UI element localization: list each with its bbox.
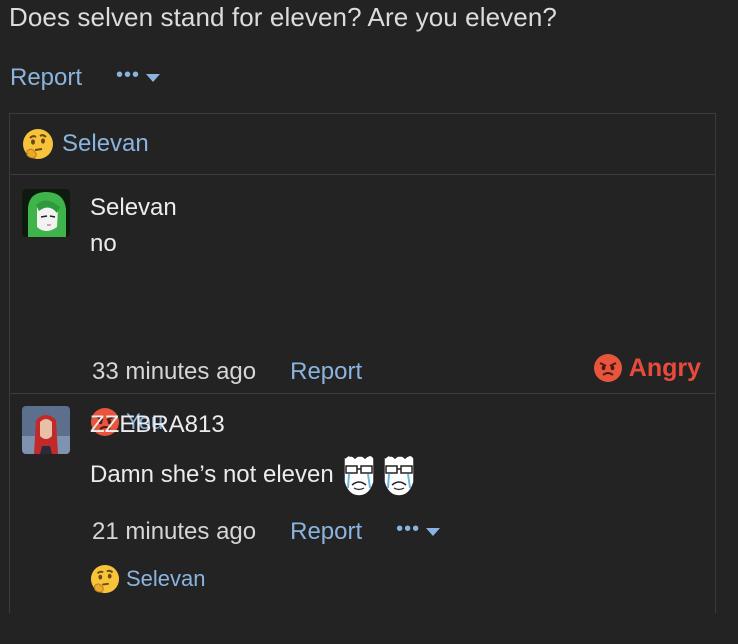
reaction-user-link[interactable]: Selevan — [62, 130, 149, 158]
reacted-by-row: Selevan — [90, 564, 206, 594]
comment-text: no — [90, 230, 117, 258]
chevron-down-icon — [426, 528, 441, 536]
report-link[interactable]: Report — [290, 358, 362, 386]
comment-author[interactable]: ZZEBRA813 — [90, 411, 225, 439]
comment-timestamp: 33 minutes ago — [92, 358, 257, 385]
comment-item: Selevan no 33 minutes ago Report Angry Y… — [10, 175, 715, 436]
comment-text-content: no — [90, 230, 117, 257]
comment-item: ZZEBRA813 Damn she’s not eleven 21 minut… — [10, 394, 715, 644]
reaction-header: Selevan — [10, 114, 715, 175]
crying-rage-face-sticker-icon — [382, 452, 415, 497]
thinking-face-icon — [23, 129, 53, 159]
comment-text-content: Damn she’s not eleven — [90, 461, 334, 488]
comment-meta: 21 minutes ago Report ••• — [92, 515, 441, 549]
comment-text: Damn she’s not eleven — [90, 452, 418, 498]
comment-author[interactable]: Selevan — [90, 194, 177, 222]
more-dots-icon: ••• — [116, 64, 141, 86]
comments-panel: Selevan Selevan no 33 minutes ago Report — [9, 113, 716, 613]
reacted-by-user[interactable]: Selevan — [126, 566, 206, 592]
more-dots-icon: ••• — [396, 518, 421, 540]
angry-reaction-button[interactable]: Angry — [593, 353, 701, 383]
question-actions: Report ••• — [10, 62, 161, 94]
avatar[interactable] — [22, 406, 70, 454]
chevron-down-icon — [146, 74, 161, 82]
comment-meta: 33 minutes ago Report — [92, 355, 362, 389]
green-hair-anime-avatar-icon — [22, 189, 70, 237]
question-text: Does selven stand for eleven? Are you el… — [9, 2, 557, 32]
red-hair-avatar-icon — [22, 406, 70, 454]
angry-reaction-label: Angry — [628, 353, 701, 382]
more-menu-button[interactable]: ••• — [116, 64, 161, 88]
report-link[interactable]: Report — [290, 518, 362, 546]
comment-timestamp: 21 minutes ago — [92, 518, 257, 545]
report-link[interactable]: Report — [10, 64, 82, 92]
avatar[interactable] — [22, 189, 70, 237]
angry-face-icon — [593, 354, 622, 382]
crying-rage-face-sticker-icon — [342, 452, 375, 497]
thinking-face-icon — [90, 564, 120, 594]
more-menu-button[interactable]: ••• — [396, 518, 441, 542]
